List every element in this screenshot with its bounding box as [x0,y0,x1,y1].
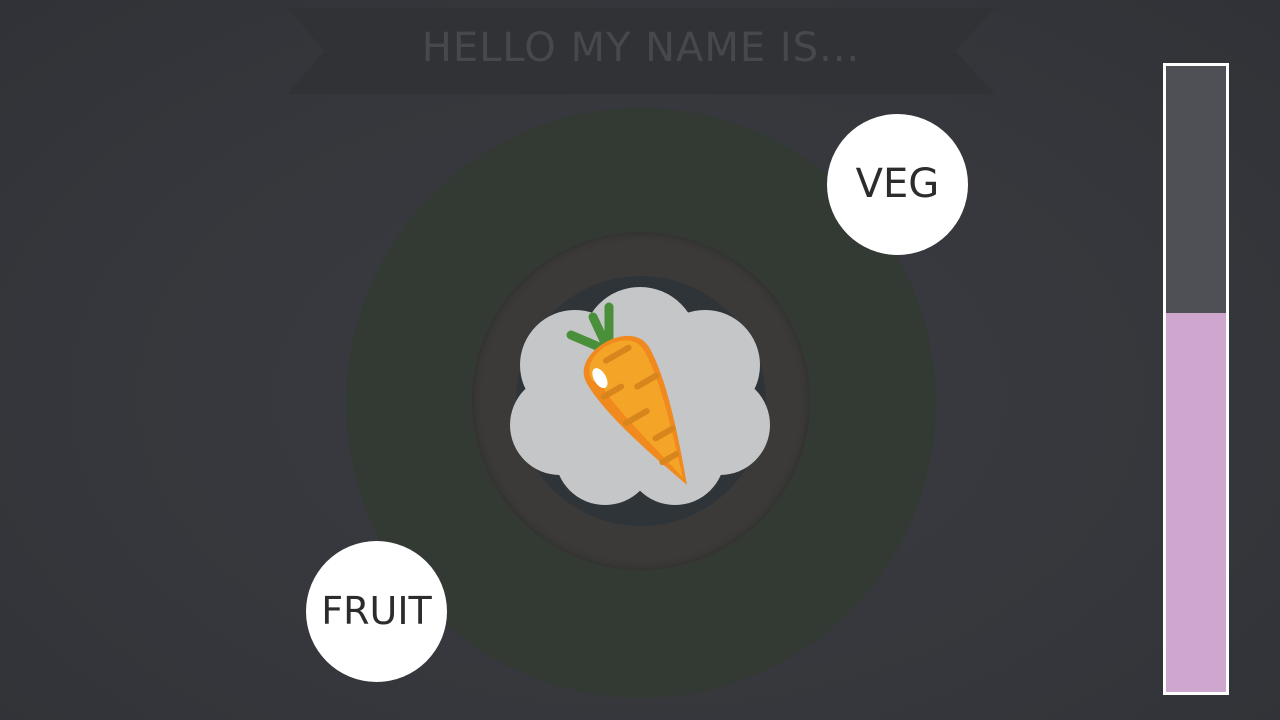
progress-meter-fill [1166,313,1226,692]
veg-button[interactable]: VEG [827,114,968,255]
progress-meter [1163,63,1229,695]
draggable-item[interactable] [505,285,775,510]
game-stage: HELLO MY NAME IS... VEG FRUIT [0,0,1280,720]
banner-title: HELLO MY NAME IS... [421,25,861,71]
fruit-button[interactable]: FRUIT [306,541,447,682]
carrot-icon [510,287,770,505]
title-banner: HELLO MY NAME IS... [287,8,995,94]
